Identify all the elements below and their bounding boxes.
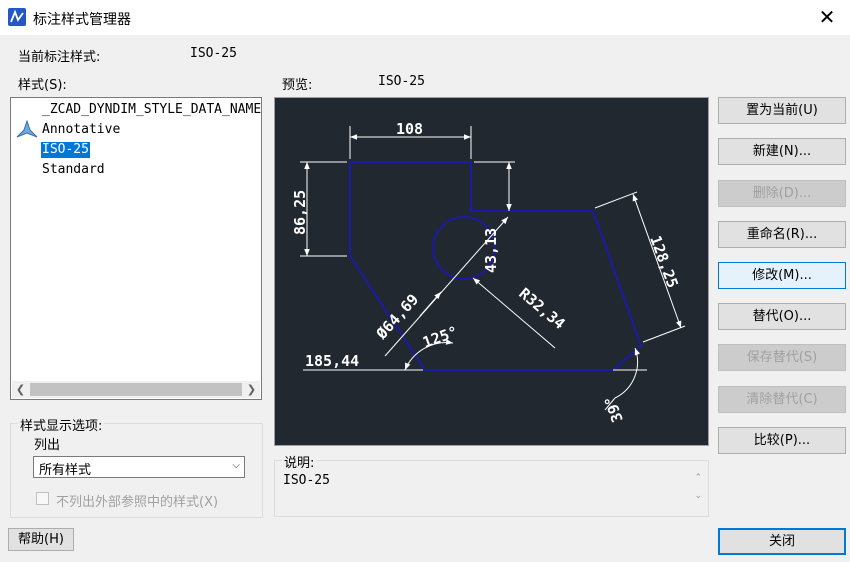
clear-override-button[interactable]: 清除替代(C)	[718, 386, 846, 413]
description-label: 说明:	[282, 452, 317, 471]
annotative-scale-icon	[16, 120, 38, 138]
style-item-zcad[interactable]: _ZCAD_DYNDIM_STYLE_DATA_NAME	[41, 102, 261, 118]
dimension-text-39: 39°	[601, 393, 627, 425]
preview-canvas: 108 86,25 43,13 128,25 R32,34 Ø64,69 125…	[274, 97, 709, 446]
scroll-down-icon: ⌄	[694, 491, 702, 501]
delete-button[interactable]: 删除(D)...	[718, 180, 846, 207]
scroll-right-icon[interactable]: ❯	[243, 381, 260, 398]
dimension-text-diameter: Ø64,69	[372, 290, 422, 343]
app-icon	[8, 8, 26, 26]
dimension-text-125: 125°	[420, 322, 460, 351]
exclude-xref-checkbox[interactable]	[36, 492, 49, 505]
current-style-label: 当前标注样式:	[18, 50, 101, 65]
preview-drawing: 108 86,25 43,13 128,25 R32,34 Ø64,69 125…	[291, 120, 686, 425]
description-box: ISO-25 ⌃ ⌄	[274, 460, 709, 517]
style-item-standard[interactable]: Standard	[41, 162, 106, 178]
preview-label: 预览:	[282, 78, 313, 93]
style-item-iso25[interactable]: ISO-25	[41, 142, 90, 158]
new-button[interactable]: 新建(N)...	[718, 138, 846, 165]
list-filter-value: 所有样式	[39, 463, 92, 478]
display-options-label: 样式显示选项:	[18, 415, 105, 434]
list-filter-dropdown[interactable]: 所有样式 ⌵	[33, 456, 245, 478]
set-current-button[interactable]: 置为当前(U)	[718, 97, 846, 124]
dimension-text-r32-34: R32,34	[515, 284, 568, 333]
scroll-left-icon[interactable]: ❮	[12, 381, 29, 398]
list-label: 列出	[34, 438, 61, 453]
exclude-xref-label: 不列出外部参照中的样式(X)	[56, 495, 219, 510]
style-item-annotative[interactable]: Annotative	[41, 122, 121, 138]
dimension-text-108: 108	[396, 120, 423, 138]
scroll-thumb[interactable]	[30, 383, 242, 396]
description-text: ISO-25	[283, 473, 330, 488]
close-button[interactable]: 关闭	[718, 528, 846, 555]
chevron-down-icon: ⌵	[232, 460, 240, 471]
dimension-text-128-25: 128,25	[646, 233, 681, 290]
modify-button[interactable]: 修改(M)...	[718, 262, 846, 289]
dimension-text-185-44: 185,44	[305, 352, 359, 370]
title-bar: 标注样式管理器 ✕	[0, 0, 850, 35]
scroll-up-icon: ⌃	[694, 473, 702, 483]
dimension-text-43-13: 43,13	[482, 228, 500, 273]
current-style-value: ISO-25	[190, 46, 237, 61]
save-override-button[interactable]: 保存替代(S)	[718, 344, 846, 371]
rename-button[interactable]: 重命名(R)...	[718, 221, 846, 248]
window-title: 标注样式管理器	[33, 12, 131, 28]
dimension-angle-39	[614, 347, 641, 399]
override-button[interactable]: 替代(O)...	[718, 303, 846, 330]
preview-style-name: ISO-25	[378, 74, 425, 89]
dimension-text-86-25: 86,25	[291, 190, 309, 235]
styles-label: 样式(S):	[18, 78, 67, 93]
close-icon[interactable]: ✕	[804, 0, 850, 35]
horizontal-scrollbar[interactable]: ❮ ❯	[12, 381, 260, 398]
styles-list[interactable]: _ZCAD_DYNDIM_STYLE_DATA_NAME Annotative …	[10, 97, 262, 400]
compare-button[interactable]: 比较(P)...	[718, 427, 846, 454]
help-button[interactable]: 帮助(H)	[8, 528, 74, 551]
